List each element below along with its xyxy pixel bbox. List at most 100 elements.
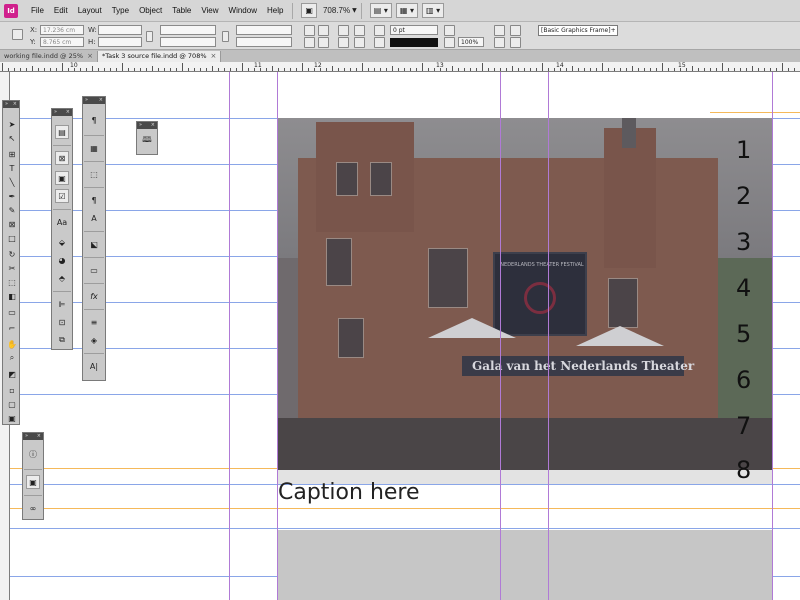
constrain-scale-icon[interactable] [222, 31, 229, 42]
formatting-affects-icon[interactable]: ▫ [5, 383, 19, 397]
flip-vertical-icon[interactable] [318, 37, 329, 48]
swatches-panel-icon[interactable]: ☑ [55, 189, 69, 203]
orange-guide[interactable] [710, 112, 800, 113]
type-tool-icon[interactable]: T [5, 161, 19, 175]
tab-task-3-source-file[interactable]: *Task 3 source file.indd @ 708% × [97, 51, 222, 62]
glyphs-panel-icon[interactable]: A| [87, 359, 101, 373]
stroke-type-preview[interactable] [390, 38, 438, 47]
eyedropper-tool-icon[interactable]: ⌐ [5, 321, 19, 335]
scissors-tool-icon[interactable]: ✂ [5, 261, 19, 275]
table-panel-icon[interactable]: ▦ [87, 141, 101, 155]
fitting-icon[interactable] [510, 25, 521, 36]
direct-selection-tool-icon[interactable]: ↖ [5, 131, 19, 145]
horizontal-ruler[interactable]: 10 11 12 13 14 15 [0, 62, 800, 72]
note-tool-icon[interactable]: ▭ [5, 305, 19, 319]
gradient-panel-icon[interactable]: ⬘ [55, 271, 69, 285]
image-frame[interactable]: NEDERLANDS THEATER FESTIVAL Gala van het… [278, 118, 772, 470]
object-style-select[interactable]: [Basic Graphics Frame]+ [538, 25, 618, 36]
column-guide[interactable] [277, 72, 278, 600]
panel-header[interactable]: » × [23, 433, 43, 440]
number-label[interactable]: 6 [736, 366, 751, 394]
layers-panel-icon[interactable]: ◈ [87, 333, 101, 347]
y-position-field[interactable]: 8.765 cm [40, 37, 84, 47]
close-icon[interactable]: × [87, 51, 93, 62]
rotate-cw-icon[interactable] [304, 25, 315, 36]
grey-placeholder-frame[interactable] [278, 530, 772, 600]
rotate-tool-icon[interactable]: ↻ [5, 247, 19, 261]
menu-object[interactable]: Object [134, 6, 167, 15]
pen-tool-icon[interactable]: ✒ [5, 189, 19, 203]
pencil-tool-icon[interactable]: ✎ [5, 203, 19, 217]
number-label[interactable]: 5 [736, 320, 751, 348]
column-guide[interactable] [772, 72, 773, 600]
menu-type[interactable]: Type [107, 6, 134, 15]
fx-panel-icon[interactable]: fx [87, 289, 101, 303]
line-tool-icon[interactable]: ╲ [5, 175, 19, 189]
scale-x-field[interactable] [160, 25, 216, 35]
opacity-field[interactable]: 100% [458, 37, 484, 47]
rectangle-frame-tool-icon[interactable]: ⊠ [5, 217, 19, 231]
stroke-swatch-icon[interactable] [374, 37, 385, 48]
effects-panel-icon[interactable]: ◕ [55, 253, 69, 267]
drop-shadow-icon[interactable] [444, 37, 455, 48]
reference-point-icon[interactable] [12, 29, 23, 40]
pathfinder-panel-icon[interactable]: ⧉ [55, 333, 69, 347]
book-panel-icon[interactable]: 🕮 [140, 134, 154, 148]
paragraph-styles-icon[interactable]: ¶ [87, 193, 101, 207]
character-panel-icon[interactable]: A [87, 211, 101, 225]
fill-swatch-icon[interactable] [374, 25, 385, 36]
menu-edit[interactable]: Edit [49, 6, 73, 15]
column-guide[interactable] [548, 72, 549, 600]
document-canvas[interactable]: NEDERLANDS THEATER FESTIVAL Gala van het… [10, 72, 800, 600]
zoom-dropdown-icon[interactable]: ▼ [352, 7, 357, 14]
select-next-icon[interactable] [354, 37, 365, 48]
panel-header[interactable]: » × [83, 97, 105, 104]
width-field[interactable] [98, 25, 142, 35]
select-container-icon[interactable] [338, 25, 349, 36]
normal-view-icon[interactable]: ▢ [5, 397, 19, 411]
screen-mode-icon[interactable]: ▣ [5, 411, 19, 425]
menu-table[interactable]: Table [167, 6, 196, 15]
screen-mode-button[interactable]: ▦ ▾ [395, 3, 418, 18]
rectangle-tool-icon[interactable]: □ [5, 231, 19, 245]
fill-stroke-icon[interactable]: ◩ [5, 367, 19, 381]
menu-view[interactable]: View [196, 6, 223, 15]
stroke-weight-field[interactable]: 0 pt [390, 25, 438, 35]
stroke-styles-icon[interactable]: ≡ [87, 315, 101, 329]
page-tool-icon[interactable]: ⊞ [5, 147, 19, 161]
stroke-panel-icon[interactable]: ▣ [55, 171, 69, 185]
column-guide[interactable] [229, 72, 230, 600]
number-label[interactable]: 1 [736, 136, 751, 164]
number-label[interactable]: 7 [736, 412, 751, 440]
hand-tool-icon[interactable]: ✋ [5, 337, 19, 351]
transform-panel-icon[interactable]: ⊡ [55, 315, 69, 329]
x-position-field[interactable]: 17.236 cm [40, 25, 84, 35]
scale-y-field[interactable] [160, 37, 216, 47]
bridge-button[interactable]: ▣ [301, 3, 317, 18]
zoom-tool-icon[interactable]: ⌕ [5, 351, 19, 365]
character-styles-icon[interactable]: Aa [55, 215, 69, 229]
free-transform-tool-icon[interactable]: ⬚ [5, 275, 19, 289]
rotate-ccw-icon[interactable] [304, 37, 315, 48]
pages-panel-icon[interactable]: ▤ [55, 125, 69, 139]
shear-field[interactable] [236, 37, 292, 47]
paragraph-panel-icon[interactable]: ¶ [87, 113, 101, 127]
info-panel-icon[interactable]: ⓘ [26, 447, 40, 461]
column-guide[interactable] [500, 72, 501, 600]
fx-effects-icon[interactable] [444, 25, 455, 36]
number-label[interactable]: 3 [736, 228, 751, 256]
object-styles-icon[interactable]: ⬙ [55, 235, 69, 249]
color-panel-icon[interactable]: ⬚ [87, 167, 101, 181]
select-content-icon[interactable] [338, 37, 349, 48]
selection-tool-icon[interactable]: ➤ [5, 117, 19, 131]
tab-working-file[interactable]: working file.indd @ 25% × [0, 51, 98, 62]
hyperlinks-panel-icon[interactable]: ∞ [26, 501, 40, 515]
view-options-button[interactable]: ▤ ▾ [369, 3, 392, 18]
links-panel-icon[interactable]: ⊠ [55, 151, 69, 165]
screen-view-icon[interactable]: ▣ [26, 475, 40, 489]
auto-fit-icon[interactable] [494, 37, 505, 48]
text-wrap-panel-icon[interactable]: ⬕ [87, 237, 101, 251]
align-panel-icon[interactable]: ⊫ [55, 297, 69, 311]
orange-guide[interactable] [10, 508, 800, 509]
caption-text-frame[interactable]: Caption here [278, 480, 420, 505]
